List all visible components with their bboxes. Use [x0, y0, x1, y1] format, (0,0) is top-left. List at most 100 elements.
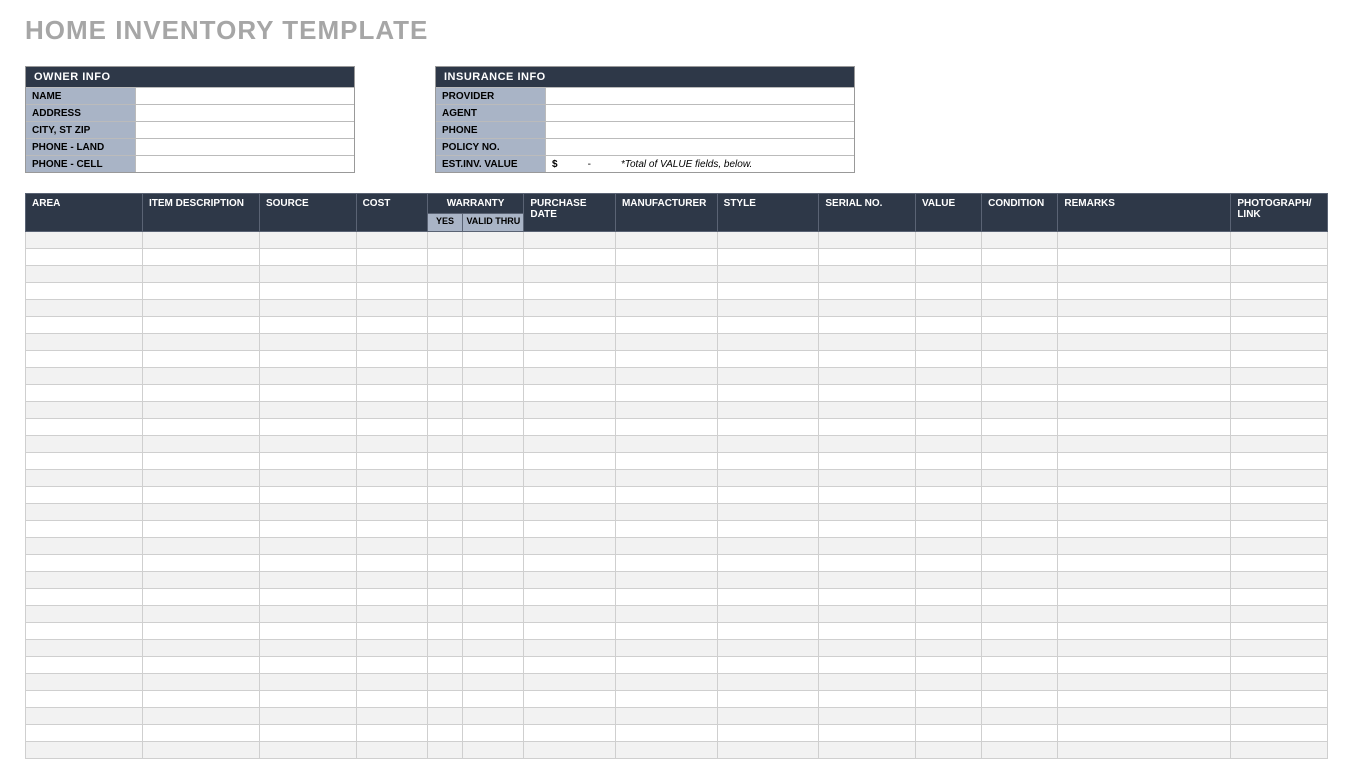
table-cell[interactable]	[356, 555, 427, 572]
table-cell[interactable]	[356, 368, 427, 385]
table-cell[interactable]	[819, 640, 916, 657]
table-cell[interactable]	[982, 725, 1058, 742]
table-cell[interactable]	[142, 351, 259, 368]
table-cell[interactable]	[26, 232, 143, 249]
table-cell[interactable]	[259, 317, 356, 334]
table-cell[interactable]	[524, 504, 616, 521]
table-cell[interactable]	[524, 572, 616, 589]
table-cell[interactable]	[615, 317, 717, 334]
table-cell[interactable]	[524, 334, 616, 351]
table-cell[interactable]	[615, 640, 717, 657]
table-cell[interactable]	[1058, 742, 1231, 759]
table-cell[interactable]	[1058, 283, 1231, 300]
table-cell[interactable]	[717, 470, 819, 487]
table-cell[interactable]	[259, 351, 356, 368]
table-cell[interactable]	[1058, 266, 1231, 283]
table-cell[interactable]	[615, 623, 717, 640]
table-cell[interactable]	[142, 589, 259, 606]
table-cell[interactable]	[356, 606, 427, 623]
table-cell[interactable]	[463, 351, 524, 368]
table-cell[interactable]	[259, 402, 356, 419]
table-cell[interactable]	[1231, 419, 1328, 436]
table-cell[interactable]	[982, 691, 1058, 708]
table-cell[interactable]	[1058, 402, 1231, 419]
table-cell[interactable]	[356, 640, 427, 657]
table-cell[interactable]	[26, 351, 143, 368]
table-cell[interactable]	[916, 691, 982, 708]
table-cell[interactable]	[982, 623, 1058, 640]
table-cell[interactable]	[356, 317, 427, 334]
table-cell[interactable]	[356, 742, 427, 759]
table-cell[interactable]	[982, 266, 1058, 283]
table-cell[interactable]	[356, 300, 427, 317]
table-cell[interactable]	[259, 657, 356, 674]
table-cell[interactable]	[615, 742, 717, 759]
table-cell[interactable]	[142, 504, 259, 521]
table-cell[interactable]	[982, 317, 1058, 334]
table-cell[interactable]	[819, 351, 916, 368]
table-cell[interactable]	[142, 385, 259, 402]
table-cell[interactable]	[427, 742, 463, 759]
table-cell[interactable]	[819, 317, 916, 334]
insurance-value-agent[interactable]	[546, 105, 854, 121]
table-cell[interactable]	[524, 266, 616, 283]
table-cell[interactable]	[1058, 589, 1231, 606]
table-cell[interactable]	[524, 300, 616, 317]
table-cell[interactable]	[819, 538, 916, 555]
table-cell[interactable]	[1231, 385, 1328, 402]
table-cell[interactable]	[1231, 623, 1328, 640]
table-cell[interactable]	[463, 266, 524, 283]
table-cell[interactable]	[982, 436, 1058, 453]
table-cell[interactable]	[259, 232, 356, 249]
table-cell[interactable]	[717, 368, 819, 385]
table-cell[interactable]	[819, 419, 916, 436]
table-cell[interactable]	[1231, 674, 1328, 691]
table-cell[interactable]	[356, 334, 427, 351]
table-cell[interactable]	[524, 521, 616, 538]
table-cell[interactable]	[615, 249, 717, 266]
table-cell[interactable]	[26, 368, 143, 385]
table-cell[interactable]	[259, 504, 356, 521]
table-cell[interactable]	[356, 504, 427, 521]
table-cell[interactable]	[524, 538, 616, 555]
table-cell[interactable]	[524, 640, 616, 657]
table-cell[interactable]	[463, 623, 524, 640]
table-cell[interactable]	[427, 589, 463, 606]
table-cell[interactable]	[356, 419, 427, 436]
table-cell[interactable]	[717, 691, 819, 708]
table-cell[interactable]	[463, 402, 524, 419]
table-cell[interactable]	[259, 555, 356, 572]
table-cell[interactable]	[142, 725, 259, 742]
table-cell[interactable]	[26, 606, 143, 623]
table-cell[interactable]	[142, 419, 259, 436]
table-cell[interactable]	[1231, 742, 1328, 759]
table-cell[interactable]	[717, 538, 819, 555]
table-cell[interactable]	[819, 589, 916, 606]
table-cell[interactable]	[819, 283, 916, 300]
table-cell[interactable]	[463, 385, 524, 402]
table-cell[interactable]	[356, 725, 427, 742]
table-cell[interactable]	[615, 283, 717, 300]
table-cell[interactable]	[982, 521, 1058, 538]
table-cell[interactable]	[142, 283, 259, 300]
table-cell[interactable]	[524, 283, 616, 300]
table-cell[interactable]	[1058, 436, 1231, 453]
table-cell[interactable]	[463, 300, 524, 317]
table-cell[interactable]	[259, 708, 356, 725]
table-cell[interactable]	[1231, 657, 1328, 674]
table-cell[interactable]	[982, 453, 1058, 470]
table-cell[interactable]	[463, 521, 524, 538]
table-cell[interactable]	[819, 674, 916, 691]
table-cell[interactable]	[717, 504, 819, 521]
table-cell[interactable]	[916, 470, 982, 487]
table-cell[interactable]	[26, 436, 143, 453]
table-cell[interactable]	[524, 368, 616, 385]
table-cell[interactable]	[1058, 572, 1231, 589]
table-cell[interactable]	[1058, 317, 1231, 334]
table-cell[interactable]	[615, 453, 717, 470]
table-cell[interactable]	[427, 725, 463, 742]
table-cell[interactable]	[982, 351, 1058, 368]
table-cell[interactable]	[819, 334, 916, 351]
table-cell[interactable]	[819, 555, 916, 572]
table-cell[interactable]	[615, 402, 717, 419]
